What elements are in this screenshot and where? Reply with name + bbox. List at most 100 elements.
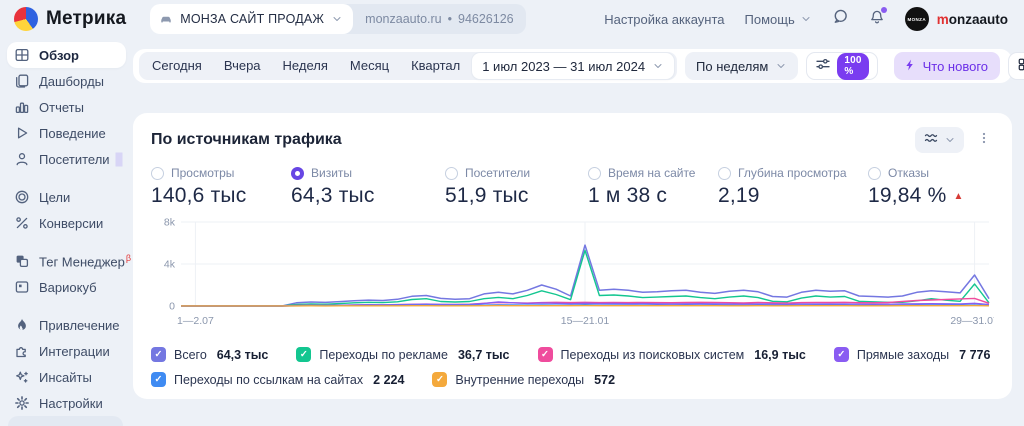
- legend-item-search[interactable]: Переходы из поисковых систем 16,9 тыс: [537, 347, 806, 362]
- attraction-icon: [14, 317, 30, 333]
- sidebar-item-label: Настройки: [39, 395, 103, 411]
- metric-value: 140,6 тыс: [151, 184, 247, 207]
- metric-radio[interactable]: [718, 166, 731, 180]
- metric-value: 51,9 тыс: [445, 184, 529, 207]
- sidebar-item-reports[interactable]: Отчеты: [7, 94, 126, 120]
- period-select[interactable]: По неделям: [685, 52, 799, 80]
- sidebar-item-label: Вариокуб: [39, 279, 97, 295]
- metric-visitors[interactable]: Посетители 51,9 тыс: [445, 166, 588, 208]
- sidebar-item-label: Тег Менеджерβ: [39, 252, 132, 270]
- sidebar-item-tag-manager[interactable]: Тег Менеджерβ: [7, 248, 131, 274]
- sidebar-item-overview[interactable]: Обзор: [7, 42, 126, 68]
- notifications-button[interactable]: [869, 6, 887, 30]
- metric-bounce[interactable]: Отказы 19,84 % ▲: [868, 166, 994, 208]
- sidebar-item-label: Интеграции: [39, 343, 110, 359]
- traffic-chart[interactable]: 8k 4k 01—2.07 15—21.01 29—31.07: [151, 216, 999, 332]
- sidebar-item-behavior[interactable]: Поведение: [7, 120, 126, 146]
- metrika-logo[interactable]: Метрика: [14, 7, 126, 31]
- chart-type-select[interactable]: [915, 127, 964, 153]
- app-title: Метрика: [46, 8, 127, 29]
- legend-value: 16,9 тыс: [754, 347, 806, 362]
- metric-radio[interactable]: [291, 166, 304, 180]
- sidebar-item-label: Поведение: [39, 125, 106, 141]
- checkbox-checked-icon[interactable]: [833, 347, 849, 362]
- metric-radio[interactable]: [445, 166, 458, 180]
- sampling-badge: 100 %: [837, 52, 869, 80]
- chevron-down-icon: [944, 134, 956, 146]
- sidebar-item-goals[interactable]: Цели: [7, 184, 126, 210]
- account-menu[interactable]: MONZA monzaauto: [904, 7, 1008, 31]
- help-menu[interactable]: Помощь: [745, 12, 812, 27]
- sidebar-item-visitors[interactable]: Посетители: [7, 146, 126, 172]
- sidebar-item-attraction[interactable]: Привлечение: [7, 312, 126, 338]
- sidebar-item-integrations[interactable]: Интеграции: [7, 338, 126, 364]
- sidebar-item-settings[interactable]: Настройки: [7, 390, 126, 416]
- sidebar-item-dashboards[interactable]: Дашборды: [7, 68, 126, 94]
- account-name: monzaauto: [936, 11, 1008, 27]
- metric-label: Посетители: [465, 166, 531, 180]
- period-value: По неделям: [696, 58, 769, 74]
- legend-item-total[interactable]: Всего 64,3 тыс: [151, 347, 268, 362]
- sidebar-item-insights[interactable]: Инсайты: [7, 364, 126, 390]
- lightning-icon: [903, 58, 917, 75]
- date-preset-месяц[interactable]: Месяц: [339, 52, 400, 80]
- chart-legend: Всего 64,3 тыс Переходы по рекламе 36,7 тыс…: [151, 347, 994, 387]
- sidebar-item-conversions[interactable]: Конверсии: [7, 210, 126, 236]
- counter-meta: monzaauto.ru • 94626126: [353, 12, 525, 26]
- metric-radio[interactable]: [868, 166, 881, 180]
- legend-item-links[interactable]: Переходы по ссылкам на сайтах 2 224: [151, 372, 404, 387]
- date-presets-group: Сегодня Вчера Неделя Месяц Квартал 1 июл 202…: [139, 52, 678, 80]
- metrika-logo-icon: [14, 7, 38, 31]
- metric-radio[interactable]: [151, 166, 164, 180]
- checkbox-checked-icon[interactable]: [151, 347, 166, 362]
- card-title: По источникам трафика: [151, 131, 342, 148]
- whats-new-button[interactable]: Что нового: [893, 52, 1001, 80]
- legend-value: 2 224: [373, 372, 405, 387]
- date-range-value: 1 июл 2023 — 31 июл 2024: [482, 58, 646, 74]
- account-settings-link[interactable]: Настройка аккаунта: [604, 12, 724, 27]
- counter-separator: •: [447, 12, 452, 26]
- counter-select-button[interactable]: МОНЗА САЙТ ПРОДАЖ: [150, 4, 354, 34]
- legend-label: Переходы по рекламе: [319, 347, 448, 362]
- card-more-button[interactable]: [974, 131, 994, 150]
- metric-header: Время на сайте: [588, 166, 718, 180]
- date-preset-сегодня[interactable]: Сегодня: [141, 52, 213, 80]
- sidebar-item-label: Привлечение: [39, 317, 120, 333]
- tagmanager-icon: [14, 253, 30, 269]
- checkbox-checked-icon[interactable]: [432, 372, 448, 387]
- date-preset-квартал[interactable]: Квартал: [400, 52, 471, 80]
- visitors-icon: [14, 151, 30, 167]
- legend-item-direct[interactable]: Прямые заходы 7 776: [833, 347, 991, 362]
- metric-label: Глубина просмотра: [738, 166, 847, 180]
- sidebar-item-variocube[interactable]: Вариокуб: [7, 274, 126, 300]
- metric-views[interactable]: Просмотры 140,6 тыс: [151, 166, 291, 208]
- add-widget-button[interactable]: Добавить: [1008, 52, 1024, 80]
- notification-dot: [880, 6, 887, 13]
- y-axis-tick: 0: [169, 301, 175, 313]
- date-preset-вчера[interactable]: Вчера: [213, 52, 272, 80]
- date-range-picker[interactable]: 1 июл 2023 — 31 июл 2024: [472, 53, 675, 79]
- legend-value: 7 776: [959, 347, 991, 362]
- metric-radio[interactable]: [588, 166, 601, 180]
- metric-time[interactable]: Время на сайте 1 м 38 с: [588, 166, 718, 208]
- sampling-settings-button[interactable]: 100 %: [806, 52, 878, 80]
- legend-label: Внутренние переходы: [455, 372, 585, 387]
- sidebar-footer-pill[interactable]: [8, 416, 123, 426]
- metric-visits[interactable]: Визиты 64,3 тыс: [291, 166, 445, 208]
- date-toolbar: Сегодня Вчера Неделя Месяц Квартал 1 июл 202…: [133, 49, 1024, 83]
- date-preset-неделя[interactable]: Неделя: [272, 52, 339, 80]
- metric-depth[interactable]: Глубина просмотра 2,19: [718, 166, 868, 208]
- variocube-icon: [14, 279, 30, 295]
- checkbox-checked-icon[interactable]: [537, 347, 553, 362]
- x-axis-tick: 1—2.07: [177, 315, 214, 327]
- checkbox-checked-icon[interactable]: [151, 372, 166, 387]
- legend-item-internal[interactable]: Внутренние переходы 572: [432, 372, 615, 387]
- legend-item-ads[interactable]: Переходы по рекламе 36,7 тыс: [296, 347, 510, 362]
- legend-label: Прямые заходы: [856, 347, 950, 362]
- checkbox-checked-icon[interactable]: [296, 347, 312, 362]
- metric-value: 2,19: [718, 184, 760, 207]
- metric-label: Отказы: [888, 166, 930, 180]
- feedback-chat-button[interactable]: [832, 8, 849, 30]
- counter-domain[interactable]: monzaauto.ru: [365, 12, 441, 26]
- traffic-sources-card: По источникам трафика Просмотры 140,6 тыс…: [133, 113, 1012, 399]
